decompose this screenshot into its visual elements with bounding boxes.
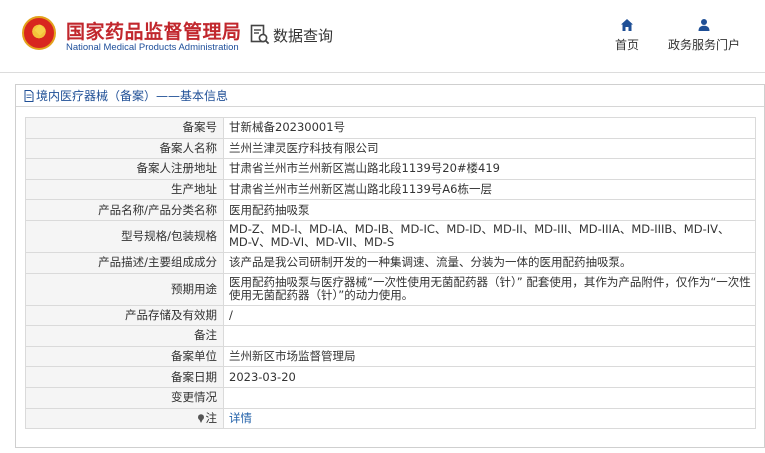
field-value: 甘新械备20230001号	[223, 117, 756, 139]
field-value: 2023-03-20	[223, 366, 756, 388]
field-label: 备注	[25, 325, 224, 347]
field-value: /	[223, 304, 756, 327]
field-value: 该产品是我公司研制开发的一种集调速、流量、分装为一体的医用配药抽吸泵。	[223, 251, 756, 274]
table-row: 注 详情	[25, 407, 756, 430]
table-row: 备案日期 2023-03-20	[25, 366, 756, 388]
table-row: 型号规格/包装规格 MD-Z、MD-I、MD-IA、MD-IB、MD-IC、MD…	[25, 219, 756, 253]
site-subtitle: National Medical Products Administration	[66, 42, 239, 53]
field-label: 型号规格/包装规格	[25, 219, 224, 253]
site-header: 国家药品监督管理局 National Medical Products Admi…	[0, 0, 765, 72]
field-label: 产品描述/主要组成成分	[25, 251, 224, 274]
field-value: 兰州兰津灵医疗科技有限公司	[223, 137, 756, 160]
nav-home[interactable]: 首页	[612, 18, 642, 53]
field-label: 生产地址	[25, 178, 224, 201]
field-label: 备案人注册地址	[25, 158, 224, 180]
field-label: 变更情况	[25, 386, 224, 409]
field-value: 甘肃省兰州市兰州新区嵩山路北段1139号20#楼419	[223, 158, 756, 180]
details-link[interactable]: 详情	[229, 411, 252, 425]
field-value: 详情	[223, 407, 756, 430]
field-label-note: 注	[25, 407, 224, 430]
table-row: 产品存储及有效期 /	[25, 304, 756, 327]
nav-service-portal[interactable]: 政务服务门户	[664, 18, 744, 53]
breadcrumb-text: 境内医疗器械（备案）——基本信息	[36, 89, 229, 103]
site-title: 国家药品监督管理局	[66, 21, 242, 43]
field-label: 产品名称/产品分类名称	[25, 199, 224, 221]
field-value: MD-Z、MD-I、MD-IA、MD-IB、MD-IC、MD-ID、MD-II、…	[223, 219, 756, 253]
field-value: 甘肃省兰州市兰州新区嵩山路北段1139号A6栋一层	[223, 178, 756, 201]
field-label: 备案日期	[25, 366, 224, 388]
document-icon	[24, 89, 34, 102]
table-row: 预期用途 医用配药抽吸泵与医疗器械“一次性使用无菌配药器（针）” 配套使用，其作…	[25, 272, 756, 306]
table-row: 生产地址 甘肃省兰州市兰州新区嵩山路北段1139号A6栋一层	[25, 178, 756, 201]
nav-home-label: 首页	[614, 38, 639, 52]
national-emblem-logo	[22, 16, 56, 50]
field-label: 产品存储及有效期	[25, 304, 224, 327]
table-row: 备案人名称 兰州兰津灵医疗科技有限公司	[25, 137, 756, 160]
data-query-label: 数据查询	[273, 26, 334, 45]
field-label: 备案号	[25, 117, 224, 139]
record-detail-table: 备案号 甘新械备20230001号 备案人名称 兰州兰津灵医疗科技有限公司 备案…	[25, 117, 756, 430]
breadcrumb: 境内医疗器械（备案）——基本信息	[16, 85, 764, 107]
nav-portal-label: 政务服务门户	[667, 38, 740, 52]
field-value	[223, 325, 756, 347]
home-icon	[620, 18, 634, 32]
table-row: 变更情况	[25, 386, 756, 409]
user-icon	[697, 18, 711, 32]
table-row: 备注	[25, 325, 756, 347]
field-label: 备案单位	[25, 345, 224, 368]
header-divider	[0, 72, 765, 73]
pin-icon	[197, 413, 205, 423]
table-row: 备案人注册地址 甘肃省兰州市兰州新区嵩山路北段1139号20#楼419	[25, 158, 756, 180]
table-row: 备案单位 兰州新区市场监督管理局	[25, 345, 756, 368]
note-label: 注	[205, 410, 218, 425]
table-row: 产品描述/主要组成成分 该产品是我公司研制开发的一种集调速、流量、分装为一体的医…	[25, 251, 756, 274]
field-value: 医用配药抽吸泵与医疗器械“一次性使用无菌配药器（针）” 配套使用，其作为产品附件…	[223, 272, 756, 306]
field-value	[223, 386, 756, 409]
field-value: 兰州新区市场监督管理局	[223, 345, 756, 368]
table-row: 备案号 甘新械备20230001号	[25, 117, 756, 139]
field-label: 备案人名称	[25, 137, 224, 160]
field-label: 预期用途	[25, 272, 224, 306]
table-row: 产品名称/产品分类名称 医用配药抽吸泵	[25, 199, 756, 221]
field-value: 医用配药抽吸泵	[223, 199, 756, 221]
data-query-link[interactable]: 数据查询	[250, 24, 333, 46]
document-search-icon	[250, 24, 270, 46]
